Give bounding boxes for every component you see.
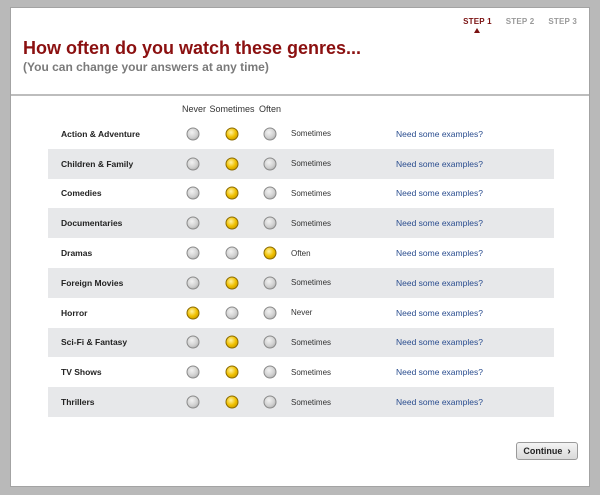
genre-row: Thrillers Sometimes Need some examples? — [48, 387, 554, 417]
radio-sometimes[interactable] — [225, 306, 239, 320]
genre-name: TV Shows — [61, 367, 102, 378]
step-3-label: STEP 3 — [548, 17, 577, 26]
radio-sometimes[interactable] — [225, 186, 239, 200]
radio-often[interactable] — [263, 246, 277, 260]
genre-row: Horror Never Need some examples? — [48, 298, 554, 328]
survey-panel: STEP 1 STEP 2 STEP 3 How often do you wa… — [10, 7, 590, 487]
genre-row: Documentaries Sometimes Need some examples… — [48, 208, 554, 239]
genre-name: Children & Family — [61, 158, 134, 169]
step-indicator: STEP 1 STEP 2 STEP 3 — [463, 17, 577, 33]
step-3: STEP 3 — [548, 17, 577, 26]
column-headers: Never Sometimes Often — [11, 104, 589, 116]
radio-never[interactable] — [186, 157, 200, 171]
selected-answer-text: Sometimes — [291, 278, 332, 288]
continue-button-label: Continue — [523, 446, 563, 456]
examples-link[interactable]: Need some examples? — [396, 188, 483, 198]
radio-never[interactable] — [186, 365, 200, 379]
examples-link[interactable]: Need some examples? — [396, 218, 483, 228]
radio-sometimes[interactable] — [225, 157, 239, 171]
step-2-label: STEP 2 — [505, 17, 535, 26]
selected-answer-text: Sometimes — [291, 397, 332, 407]
radio-often[interactable] — [263, 186, 277, 200]
radio-never[interactable] — [186, 306, 200, 320]
genre-list: Action & Adventure Sometimes Need some exa… — [48, 119, 554, 417]
genre-name: Documentaries — [61, 218, 123, 229]
genre-name: Thrillers — [61, 397, 95, 408]
radio-never[interactable] — [186, 216, 200, 230]
radio-never[interactable] — [186, 127, 200, 141]
examples-link[interactable]: Need some examples? — [396, 397, 483, 407]
genre-row: Comedies Sometimes Need some examples? — [48, 179, 554, 209]
radio-often[interactable] — [263, 157, 277, 171]
selected-answer-text: Sometimes — [291, 159, 332, 169]
radio-sometimes[interactable] — [225, 276, 239, 290]
genre-name: Foreign Movies — [61, 277, 124, 288]
examples-link[interactable]: Need some examples? — [396, 278, 483, 288]
chevron-right-icon: › — [567, 445, 571, 457]
radio-never[interactable] — [186, 246, 200, 260]
radio-sometimes[interactable] — [225, 246, 239, 260]
current-step-caret-icon — [474, 28, 481, 33]
genre-row: Action & Adventure Sometimes Need some exa… — [48, 119, 554, 149]
column-header-sometimes: Sometimes — [209, 104, 255, 114]
genre-name: Action & Adventure — [61, 128, 141, 139]
examples-link[interactable]: Need some examples? — [396, 367, 483, 377]
radio-sometimes[interactable] — [225, 216, 239, 230]
step-1-label: STEP 1 — [463, 17, 492, 26]
examples-link[interactable]: Need some examples? — [396, 248, 483, 258]
page-subtitle: (You can change your answers at any time… — [23, 60, 269, 74]
genre-row: Foreign Movies Sometimes Need some example… — [48, 267, 554, 298]
radio-often[interactable] — [263, 306, 277, 320]
selected-answer-text: Never — [291, 308, 313, 318]
selected-answer-text: Sometimes — [291, 218, 332, 228]
examples-link[interactable]: Need some examples? — [396, 308, 483, 318]
radio-often[interactable] — [263, 216, 277, 230]
selected-answer-text: Sometimes — [291, 337, 332, 347]
radio-sometimes[interactable] — [225, 365, 239, 379]
genre-name: Comedies — [61, 188, 102, 199]
radio-often[interactable] — [263, 127, 277, 141]
radio-sometimes[interactable] — [225, 395, 239, 409]
continue-button[interactable]: Continue › — [516, 442, 578, 460]
radio-often[interactable] — [263, 395, 277, 409]
selected-answer-text: Sometimes — [291, 129, 332, 139]
selected-answer-text: Sometimes — [291, 367, 332, 377]
genre-row: TV Shows Sometimes Need some examples? — [48, 357, 554, 387]
genre-row: Children & Family Sometimes Need some exam… — [48, 148, 554, 179]
column-header-often: Often — [258, 104, 282, 114]
page-title: How often do you watch these genres... — [23, 38, 362, 58]
radio-sometimes[interactable] — [225, 335, 239, 349]
radio-never[interactable] — [186, 276, 200, 290]
genre-row: Dramas Often Need some examples? — [48, 238, 554, 268]
column-header-never: Never — [181, 104, 207, 114]
radio-never[interactable] — [186, 186, 200, 200]
selected-answer-text: Often — [291, 248, 311, 258]
step-2: STEP 2 — [506, 17, 535, 26]
step-1: STEP 1 — [463, 17, 492, 33]
radio-never[interactable] — [186, 335, 200, 349]
examples-link[interactable]: Need some examples? — [396, 337, 483, 347]
genre-name: Horror — [61, 307, 88, 318]
radio-often[interactable] — [263, 335, 277, 349]
examples-link[interactable]: Need some examples? — [396, 129, 483, 139]
radio-often[interactable] — [263, 365, 277, 379]
radio-often[interactable] — [263, 276, 277, 290]
selected-answer-text: Sometimes — [291, 188, 332, 198]
genre-row: Sci-Fi & Fantasy Sometimes Need some examp… — [48, 327, 554, 358]
genre-name: Dramas — [61, 248, 93, 259]
radio-never[interactable] — [186, 395, 200, 409]
examples-link[interactable]: Need some examples? — [396, 159, 483, 169]
radio-sometimes[interactable] — [225, 127, 239, 141]
genre-name: Sci-Fi & Fantasy — [61, 337, 128, 348]
header-divider — [11, 94, 589, 96]
